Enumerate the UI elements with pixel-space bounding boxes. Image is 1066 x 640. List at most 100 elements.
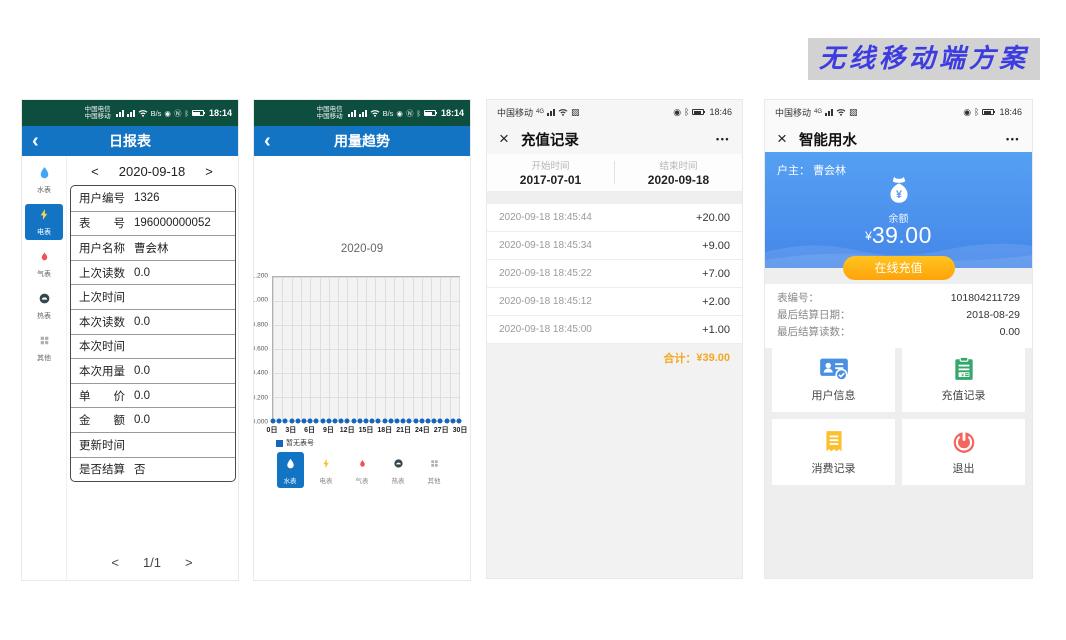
eye-mode-icon: ◉ bbox=[396, 109, 403, 118]
menu-recharge-records[interactable]: ¥ 充值记录 bbox=[902, 346, 1025, 412]
carrier-label: 中国移动 bbox=[497, 106, 533, 119]
date-navigator: < 2020-09-18 > bbox=[66, 160, 238, 182]
end-date-picker[interactable]: 结束时间 2020-09-18 bbox=[615, 154, 742, 191]
status-bar: 中国电信 中国移动 B/s ◉ Ⓝ ᛒ 18:14 bbox=[22, 100, 238, 126]
tab-heat[interactable]: 热表 bbox=[385, 452, 412, 485]
sidebar-item-electric[interactable]: 电表 bbox=[25, 204, 63, 240]
date-range-filter: 开始时间 2017-07-01 结束时间 2020-09-18 bbox=[487, 154, 742, 192]
wifi-icon bbox=[370, 109, 380, 117]
date-prev-icon[interactable]: < bbox=[91, 164, 99, 179]
page-header-title: 智能用水 bbox=[799, 129, 857, 150]
tab-gas[interactable]: 气表 bbox=[349, 452, 376, 485]
function-menu: 用户信息 ¥ 充值记录 消费记录 bbox=[772, 346, 1025, 485]
field-row: 本次时间 bbox=[71, 334, 235, 359]
currency-symbol: ¥ bbox=[865, 229, 872, 243]
more-icon[interactable]: ••• bbox=[1006, 134, 1020, 144]
field-row: 用户编号1326 bbox=[71, 186, 235, 211]
report-form: 用户编号1326 表 号196000000052 用户名称曹会林 上次读数0.0… bbox=[70, 185, 236, 482]
wifi-icon bbox=[558, 108, 568, 116]
tab-electric[interactable]: 电表 bbox=[313, 452, 340, 485]
battery-icon bbox=[192, 110, 204, 116]
status-bar: 中国电信 中国移动 B/s ◉ Ⓝ ᛒ 18:14 bbox=[254, 100, 470, 126]
more-icon[interactable]: ••• bbox=[716, 134, 730, 144]
status-time: 18:46 bbox=[709, 107, 732, 117]
status-time: 18:14 bbox=[441, 108, 464, 118]
status-time: 18:14 bbox=[209, 108, 232, 118]
sidebar-item-gas[interactable]: 气表 bbox=[25, 246, 63, 282]
meter-type-tabs: 水表 电表 气表 热表 其他 bbox=[254, 452, 470, 488]
menu-consumption-records[interactable]: 消费记录 bbox=[772, 419, 895, 485]
app-header: ‹ 用量趋势 bbox=[254, 126, 470, 156]
water-drop-icon bbox=[285, 458, 296, 469]
page-header-title: 日报表 bbox=[22, 131, 238, 151]
sidebar-item-other[interactable]: 其他 bbox=[25, 330, 63, 366]
page-indicator: 1/1 bbox=[143, 555, 161, 570]
network-speed: B/s bbox=[383, 109, 394, 118]
signal-icon bbox=[825, 108, 833, 116]
app-header: ‹ 日报表 bbox=[22, 126, 238, 156]
eye-mode-icon: ◉ bbox=[963, 107, 971, 118]
field-row: 单 价0.0 bbox=[71, 383, 235, 408]
bluetooth-icon: ᛒ bbox=[974, 107, 979, 117]
grid-icon bbox=[429, 458, 440, 469]
svg-text:¥: ¥ bbox=[896, 189, 902, 201]
info-row: 最后结算日期：2018-08-29 bbox=[777, 307, 1020, 324]
date-next-icon[interactable]: > bbox=[205, 164, 213, 179]
signal-icon bbox=[127, 109, 135, 117]
total-row: 合计： ¥39.00 bbox=[487, 344, 742, 372]
sidebar-item-heat[interactable]: 热表 bbox=[25, 288, 63, 324]
field-row: 用户名称曹会林 bbox=[71, 235, 235, 260]
online-recharge-button[interactable]: 在线充值 bbox=[843, 256, 955, 280]
flame-icon bbox=[357, 458, 368, 469]
battery-icon bbox=[982, 109, 994, 115]
network-speed: B/s bbox=[151, 109, 162, 118]
heat-meter-icon bbox=[38, 292, 51, 305]
network-type: 4G bbox=[536, 109, 544, 115]
record-row: 2020-09-18 18:45:34+9.00 bbox=[487, 232, 742, 260]
chart-plot bbox=[272, 276, 460, 422]
user-info-icon bbox=[819, 356, 849, 382]
date-value[interactable]: 2020-09-18 bbox=[119, 164, 186, 179]
carrier-2: 中国移动 bbox=[85, 113, 111, 121]
chart-title: 2020-09 bbox=[254, 243, 470, 255]
money-bag-icon: ¥ bbox=[883, 174, 915, 206]
tab-other[interactable]: 其他 bbox=[421, 452, 448, 485]
network-type: 4G bbox=[814, 109, 822, 115]
eye-mode-icon: ◉ bbox=[673, 107, 681, 118]
bluetooth-icon: ᛒ bbox=[416, 109, 421, 118]
carrier-1: 中国电信 bbox=[85, 106, 111, 114]
back-icon[interactable]: ‹ bbox=[32, 128, 39, 154]
close-icon[interactable]: × bbox=[777, 125, 787, 153]
balance-amount: ¥39.00 bbox=[765, 222, 1032, 249]
wifi-icon bbox=[138, 109, 148, 117]
chart-y-axis: 1.2001.0000.8000.6000.4000.2000.000 bbox=[254, 276, 269, 422]
field-row: 表 号196000000052 bbox=[71, 211, 235, 236]
hourglass-icon: ▨ bbox=[571, 107, 580, 118]
field-row: 更新时间 bbox=[71, 432, 235, 457]
meter-type-sidebar: 水表 电表 气表 热表 其他 bbox=[22, 156, 67, 580]
app-header: × 智能用水 ••• bbox=[765, 124, 1032, 154]
balance-card: 户主： 曹会林 ¥ 余额 ¥39.00 bbox=[765, 152, 1032, 268]
start-date-picker[interactable]: 开始时间 2017-07-01 bbox=[487, 154, 614, 191]
page-next-icon[interactable]: > bbox=[185, 555, 193, 570]
field-row: 本次读数0.0 bbox=[71, 309, 235, 334]
close-icon[interactable]: × bbox=[499, 125, 509, 153]
tab-water[interactable]: 水表 bbox=[277, 452, 304, 488]
battery-icon bbox=[424, 110, 436, 116]
page-header-title: 用量趋势 bbox=[254, 131, 470, 151]
section-gap bbox=[487, 192, 742, 204]
carrier-label: 中国移动 bbox=[775, 106, 811, 119]
nfc-icon: Ⓝ bbox=[406, 108, 414, 119]
menu-user-info[interactable]: 用户信息 bbox=[772, 346, 895, 412]
sidebar-item-water[interactable]: 水表 bbox=[25, 162, 63, 198]
page-prev-icon[interactable]: < bbox=[111, 555, 119, 570]
total-value: ¥39.00 bbox=[696, 352, 730, 364]
signal-icon bbox=[359, 109, 367, 117]
phone-daily-report: 中国电信 中国移动 B/s ◉ Ⓝ ᛒ 18:14 ‹ 日报表 < 2020-0… bbox=[22, 100, 238, 580]
back-icon[interactable]: ‹ bbox=[264, 128, 271, 154]
signal-icon bbox=[348, 109, 356, 117]
menu-logout[interactable]: 退出 bbox=[902, 419, 1025, 485]
chart-x-axis: 0日3日6日9日12日15日18日21日24日27日30日 bbox=[272, 425, 460, 435]
field-row: 上次时间 bbox=[71, 284, 235, 309]
record-row: 2020-09-18 18:45:00+1.00 bbox=[487, 316, 742, 344]
